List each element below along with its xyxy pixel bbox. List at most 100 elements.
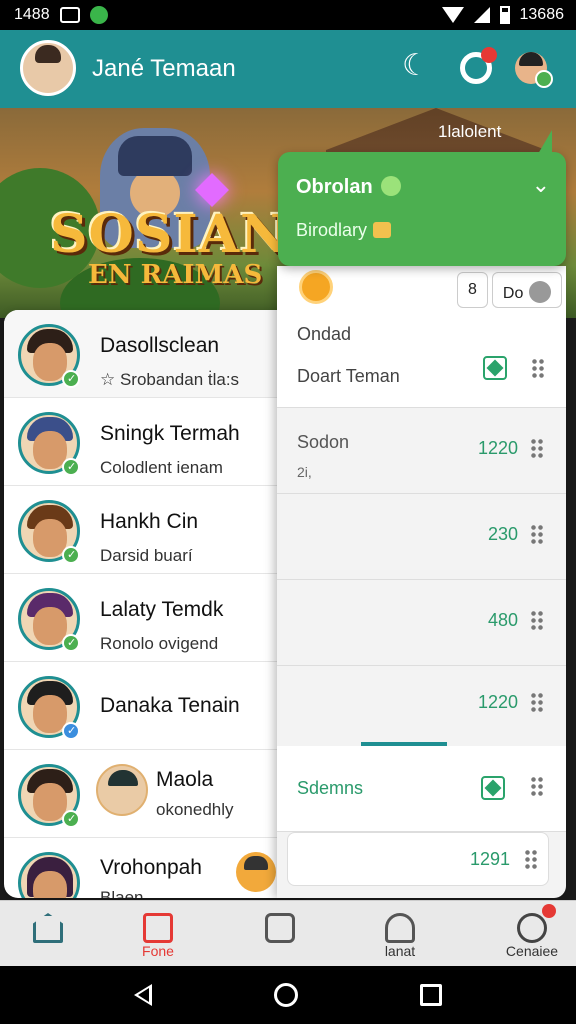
contact-row[interactable]: Hankh Cin Darsid buarí bbox=[4, 486, 304, 574]
panel-row-value: 230 bbox=[487, 524, 518, 544]
nav-messages[interactable] bbox=[242, 901, 318, 967]
chevron-down-icon[interactable]: ⌄ bbox=[532, 172, 550, 198]
online-badge-icon bbox=[62, 370, 80, 388]
banner-logo-line2: EN RAIMAS bbox=[88, 260, 263, 290]
contact-list: Dasollsclean ☆ Srobandan ṫla:s Sningk Te… bbox=[4, 310, 304, 898]
store-icon bbox=[143, 913, 173, 943]
contact-row[interactable]: Sningk Termah Colodlent ienam bbox=[4, 398, 304, 486]
call-icon[interactable] bbox=[400, 48, 432, 84]
recent-apps-icon[interactable] bbox=[420, 984, 442, 1006]
contact-row[interactable]: Lalaty Temdk Ronolo ovigend bbox=[4, 574, 304, 662]
online-badge-icon bbox=[62, 634, 80, 652]
panel-row-label: Sodon bbox=[297, 432, 350, 452]
panel-row-value: 480 bbox=[487, 610, 518, 630]
target-icon bbox=[517, 904, 556, 943]
app-notification-icon bbox=[89, 6, 108, 24]
online-label: Ondad bbox=[297, 324, 352, 344]
contact-status: okonedhly bbox=[156, 800, 234, 819]
group-member-avatar bbox=[96, 764, 148, 816]
online-badge-icon bbox=[62, 810, 80, 828]
friend-label[interactable]: Doart Teman bbox=[297, 366, 400, 387]
contact-avatar bbox=[18, 852, 80, 898]
contact-name: Maola bbox=[156, 768, 214, 791]
chat-icon[interactable] bbox=[460, 47, 497, 84]
bottom-navigation: Fone lanat Cenaiee bbox=[0, 900, 576, 966]
contact-status: Blaen bbox=[100, 888, 144, 898]
status-bar: 1488 13686 bbox=[0, 0, 576, 30]
online-badge-icon bbox=[62, 458, 80, 476]
drag-handle-icon[interactable] bbox=[530, 692, 544, 714]
status-time: 1488 bbox=[14, 6, 50, 23]
drag-handle-icon[interactable] bbox=[531, 358, 545, 380]
message-icon bbox=[265, 913, 295, 943]
panel-row[interactable]: 230 bbox=[277, 494, 566, 580]
nav-home[interactable] bbox=[10, 901, 86, 967]
profile-avatar[interactable] bbox=[20, 40, 76, 96]
toggle-icon bbox=[529, 281, 552, 303]
popup-title: Obrolan bbox=[296, 176, 401, 199]
contact-name: Vrohonpah bbox=[100, 856, 202, 879]
banner-label: 1lalolent bbox=[438, 122, 502, 141]
back-icon[interactable] bbox=[134, 984, 152, 1006]
status-orange-icon[interactable] bbox=[299, 270, 333, 304]
bell-icon bbox=[385, 913, 415, 943]
panel-row[interactable]: 480 bbox=[277, 580, 566, 666]
contact-name: Lalaty Temdk bbox=[100, 598, 224, 621]
contact-row[interactable]: Vrohonpah Blaen bbox=[4, 838, 304, 898]
signal-icon bbox=[473, 7, 490, 23]
online-badge-icon bbox=[62, 722, 80, 740]
nav-store-label: Fone bbox=[142, 943, 174, 959]
settings-row[interactable]: Sdemns bbox=[277, 746, 566, 832]
contact-row[interactable]: Danaka Tenain bbox=[4, 662, 304, 750]
online-badge-icon bbox=[62, 546, 80, 564]
panel-row-value: 1220 bbox=[477, 692, 518, 712]
settings-toggle-icon[interactable] bbox=[481, 776, 505, 800]
contact-row[interactable]: Maola okonedhly bbox=[4, 750, 304, 838]
app-header: Jané Temaan bbox=[0, 30, 576, 108]
banner-logo-line1: SOSIANI bbox=[50, 204, 314, 265]
contact-status: Ronolo ovigend bbox=[100, 634, 219, 653]
drag-handle-icon[interactable] bbox=[530, 438, 544, 460]
panel-row[interactable]: 1220 bbox=[277, 666, 566, 752]
contact-name: Danaka Tenain bbox=[100, 694, 240, 717]
drag-handle-icon[interactable] bbox=[524, 849, 538, 871]
group-member-avatar bbox=[236, 852, 276, 892]
nav-notifications[interactable]: lanat bbox=[362, 901, 438, 967]
nav-store[interactable]: Fone bbox=[120, 901, 196, 967]
status-right-text: 13686 bbox=[519, 6, 565, 23]
header-title: Jané Temaan bbox=[92, 55, 236, 82]
panel-row-value: 1220 bbox=[477, 438, 518, 458]
contact-row[interactable]: Dasollsclean ☆ Srobandan ṫla:s bbox=[4, 310, 304, 398]
battery-icon bbox=[499, 6, 510, 24]
user-profile-icon[interactable] bbox=[515, 52, 553, 88]
contact-name: Hankh Cin bbox=[100, 510, 199, 533]
image-notification-icon bbox=[59, 7, 80, 23]
settings-label: Sdemns bbox=[297, 778, 364, 798]
system-navigation-bar bbox=[0, 966, 576, 1024]
panel-top-section: 8 Do Ondad Doart Teman bbox=[277, 266, 566, 408]
panel-row-sub: 2i, bbox=[297, 464, 312, 480]
summary-card[interactable]: 1291 bbox=[287, 832, 549, 886]
panel-tabs: 8 Do bbox=[457, 272, 563, 308]
nav-center[interactable]: Cenaiee bbox=[490, 901, 574, 967]
tab-one[interactable]: 8 bbox=[457, 272, 488, 308]
home-button-icon[interactable] bbox=[274, 983, 298, 1007]
contact-name: Sningk Termah bbox=[100, 422, 240, 445]
drag-handle-icon[interactable] bbox=[530, 524, 544, 546]
popup-subtitle: Birodlary bbox=[296, 220, 391, 241]
tab-two[interactable]: Do bbox=[491, 272, 563, 308]
summary-value: 1291 bbox=[469, 849, 510, 869]
drag-handle-icon[interactable] bbox=[530, 776, 544, 798]
panel-row[interactable]: Sodon 2i, 1220 bbox=[277, 408, 566, 494]
drag-handle-icon[interactable] bbox=[530, 610, 544, 632]
add-friend-icon[interactable] bbox=[483, 356, 507, 380]
home-icon bbox=[33, 913, 63, 943]
contact-status: Darsid buarí bbox=[100, 546, 193, 565]
wifi-icon bbox=[441, 7, 464, 23]
contact-status: Colodlent ienam bbox=[100, 458, 223, 477]
nav-notifications-label: lanat bbox=[384, 943, 416, 959]
tab-two-label: Do bbox=[502, 285, 524, 302]
chat-popup[interactable]: Obrolan Birodlary ⌄ bbox=[278, 130, 566, 266]
contact-name: Dasollsclean bbox=[100, 334, 220, 357]
nav-center-label: Cenaiee bbox=[505, 943, 559, 959]
